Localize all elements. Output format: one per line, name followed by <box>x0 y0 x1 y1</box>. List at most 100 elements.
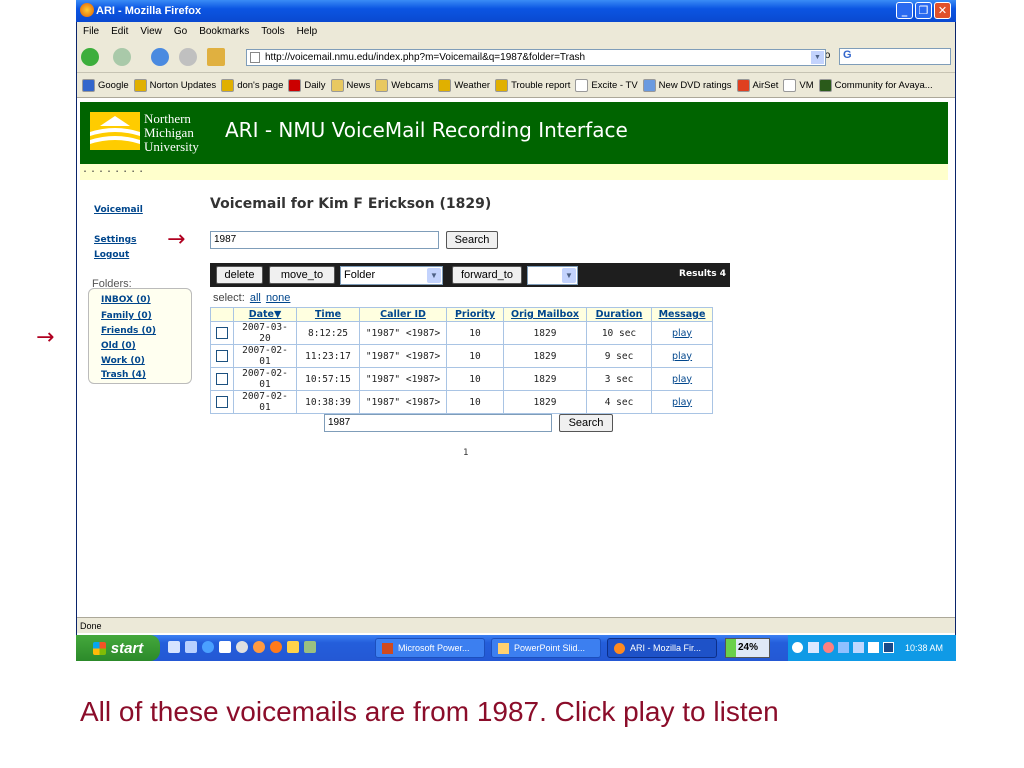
bookmark-item[interactable]: VM <box>783 78 814 92</box>
bookmark-label: Daily <box>304 79 326 91</box>
tray-icon-app[interactable] <box>883 642 894 653</box>
menu-tools[interactable]: Tools <box>261 26 284 37</box>
search-button[interactable]: Search <box>446 231 498 249</box>
page-number[interactable]: 1 <box>463 448 468 458</box>
nmu-logo-text: Northern Michigan University <box>144 112 199 154</box>
menu-file[interactable]: File <box>83 26 99 37</box>
app-title: ARI - NMU VoiceMail Recording Interface <box>225 118 628 142</box>
bookmark-item[interactable]: Trouble report <box>495 78 570 92</box>
play-link[interactable]: play <box>651 321 713 345</box>
nav-settings[interactable]: Settings <box>94 235 136 245</box>
select-row: select: all none <box>213 292 290 304</box>
tray-icon-network[interactable] <box>823 642 834 653</box>
bookmarks-toolbar: Google Norton Updates don's page Daily News W… <box>77 73 955 98</box>
row-checkbox[interactable] <box>216 396 228 408</box>
column-header-duration[interactable]: Duration <box>586 307 652 322</box>
bookmark-item[interactable]: Google <box>82 78 129 92</box>
quicklaunch-icon-9[interactable] <box>304 641 316 653</box>
folder-select[interactable]: Folder ▼ <box>340 266 443 285</box>
close-icon[interactable]: ✕ <box>934 2 951 19</box>
menu-go[interactable]: Go <box>174 26 187 37</box>
maximize-icon[interactable]: ❐ <box>915 2 932 19</box>
play-link[interactable]: play <box>651 367 713 391</box>
firefox-icon <box>80 3 94 17</box>
minimize-icon[interactable]: _ <box>896 2 913 19</box>
select-none-link[interactable]: none <box>266 292 290 304</box>
move-to-button[interactable]: move_to <box>269 266 335 284</box>
play-link[interactable]: play <box>651 390 713 414</box>
nav-voicemail[interactable]: Voicemail <box>94 205 143 215</box>
search-box[interactable]: G <box>839 48 951 65</box>
cell-duration: 10 sec <box>586 321 652 345</box>
column-header-date[interactable]: Date▼ <box>233 307 297 322</box>
folder-old[interactable]: Old (0) <box>101 341 136 351</box>
menu-help[interactable]: Help <box>297 26 318 37</box>
tray-expand-icon[interactable] <box>792 642 803 653</box>
quicklaunch-icon-5[interactable] <box>236 641 248 653</box>
folder-friends[interactable]: Friends (0) <box>101 326 156 336</box>
nav-logout[interactable]: Logout <box>94 250 129 260</box>
bookmark-label: Webcams <box>391 79 434 91</box>
bookmark-item[interactable]: Daily <box>288 78 326 92</box>
quicklaunch-icon-1[interactable] <box>168 641 180 653</box>
folder-family[interactable]: Family (0) <box>101 311 152 321</box>
bookmark-item[interactable]: Community for Avaya... <box>818 78 933 92</box>
tray-icon-display[interactable] <box>838 642 849 653</box>
forward-to-button[interactable]: forward_to <box>452 266 522 284</box>
folder-work[interactable]: Work (0) <box>101 356 145 366</box>
delete-button[interactable]: delete <box>216 266 263 284</box>
task-microsoft-power[interactable]: Microsoft Power... <box>375 638 485 658</box>
cell-time: 11:23:17 <box>296 344 360 368</box>
menu-edit[interactable]: Edit <box>111 26 128 37</box>
bookmark-item[interactable]: New DVD ratings <box>642 78 732 92</box>
column-header-orig-mailbox[interactable]: Orig Mailbox <box>503 307 587 322</box>
firefox-quicklaunch-icon[interactable] <box>270 641 282 653</box>
reload-icon[interactable] <box>151 48 169 66</box>
menu-bookmarks[interactable]: Bookmarks <box>199 26 249 37</box>
home-icon[interactable] <box>207 48 225 66</box>
forward-select[interactable]: ▼ <box>527 266 578 285</box>
quicklaunch-icon-2[interactable] <box>185 641 197 653</box>
ie-icon[interactable] <box>202 641 214 653</box>
column-header-priority[interactable]: Priority <box>446 307 504 322</box>
task-ari-mozilla[interactable]: ARI - Mozilla Fir... <box>607 638 717 658</box>
folder-inbox[interactable]: INBOX (0) <box>101 295 151 305</box>
start-button[interactable]: start <box>76 635 160 661</box>
tray-icon-monitor[interactable] <box>853 642 864 653</box>
quicklaunch-icon-6[interactable] <box>253 641 265 653</box>
bookmark-item[interactable]: don's page <box>221 78 283 92</box>
menu-view[interactable]: View <box>140 26 162 37</box>
bookmark-label: News <box>346 79 371 91</box>
row-checkbox[interactable] <box>216 327 228 339</box>
row-checkbox[interactable] <box>216 350 228 362</box>
quicklaunch-icon-4[interactable] <box>219 641 231 653</box>
back-icon[interactable] <box>81 48 99 66</box>
chevron-down-icon[interactable]: ▼ <box>811 51 824 64</box>
search-input-bottom[interactable]: 1987 <box>324 414 552 432</box>
search-input[interactable]: 1987 <box>210 231 439 249</box>
tray-icon-volume[interactable] <box>808 642 819 653</box>
bookmark-item[interactable]: Weather <box>438 78 490 92</box>
column-header-time[interactable]: Time <box>296 307 360 322</box>
bookmark-item[interactable]: AirSet <box>736 78 778 92</box>
cell-date: 2007-03-20 <box>233 321 297 345</box>
task-powerpoint-slide[interactable]: PowerPoint Slid... <box>491 638 601 658</box>
status-bar: Done <box>77 617 955 633</box>
row-checkbox[interactable] <box>216 373 228 385</box>
bookmark-item[interactable]: Excite - TV <box>575 78 638 92</box>
bookmark-item[interactable]: News <box>330 78 371 92</box>
bookmark-item[interactable]: Webcams <box>375 78 434 92</box>
stop-icon[interactable] <box>179 48 197 66</box>
column-header-caller-id[interactable]: Caller ID <box>359 307 447 322</box>
bookmark-item[interactable]: Norton Updates <box>133 78 216 92</box>
search-button-bottom[interactable]: Search <box>559 414 613 432</box>
select-all-link[interactable]: all <box>250 292 261 304</box>
play-link[interactable]: play <box>651 344 713 368</box>
powerpoint-slide-icon <box>498 642 509 654</box>
address-bar[interactable]: http://voicemail.nmu.edu/index.php?m=Voi… <box>246 49 826 66</box>
quicklaunch-icon-8[interactable] <box>287 641 299 653</box>
tray-icon-power[interactable] <box>868 642 879 653</box>
row-checkbox-cell <box>210 390 234 414</box>
forward-icon[interactable] <box>113 48 131 66</box>
folder-trash[interactable]: Trash (4) <box>101 370 146 380</box>
